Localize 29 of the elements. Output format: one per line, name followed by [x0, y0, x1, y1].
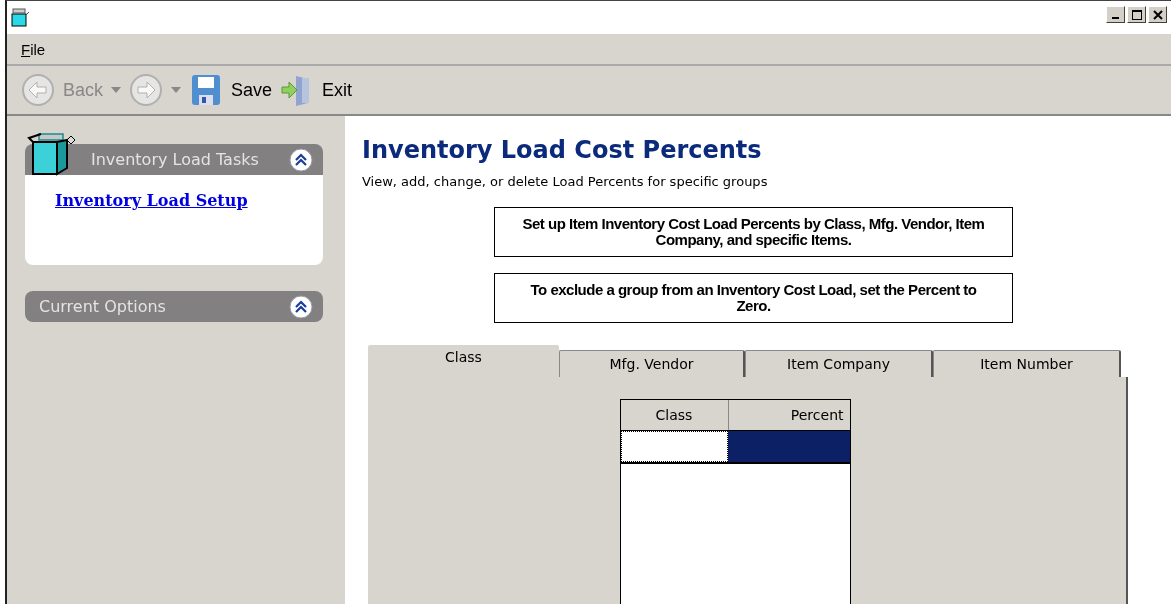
tab[interactable]: Item Number [933, 350, 1121, 377]
menu-item[interactable]: File [21, 40, 46, 58]
exit-button[interactable]: Exit [280, 73, 353, 107]
info-note: Set up Item Inventory Cost Load Percents by Class, Mfg. Vendor, Item Company, and specific Items. [494, 207, 1013, 257]
minimize-icon [1112, 17, 1119, 19]
info-note: To exclude a group from an Inventory Cost Load, set the Percent to Zero. [494, 273, 1013, 323]
close-icon [1152, 9, 1163, 20]
page-description: View, add, change, or delete Load Percents for specific groups [362, 174, 769, 189]
collapse-icon[interactable] [289, 147, 313, 172]
grid-cell[interactable] [727, 431, 850, 462]
collapse-icon[interactable] [289, 294, 313, 319]
task-link[interactable]: Inventory Load Setup [55, 191, 248, 210]
maximize-icon [1131, 9, 1142, 20]
tab[interactable]: Mfg. Vendor [559, 350, 745, 377]
grid-cell[interactable] [620, 431, 728, 462]
tab[interactable]: Class [368, 345, 559, 377]
panel-title: Current Options [39, 297, 166, 316]
app-icon [9, 7, 31, 28]
tab[interactable]: Item Company [745, 350, 933, 377]
column-header[interactable]: Class [620, 400, 729, 430]
minimize-button[interactable] [1106, 6, 1125, 23]
maximize-button[interactable] [1127, 6, 1146, 23]
page-title: Inventory Load Cost Percents [362, 136, 763, 164]
close-button[interactable] [1148, 6, 1167, 23]
caret-icon [171, 87, 182, 93]
panel-title: Inventory Load Tasks [91, 150, 259, 169]
caret-icon [111, 87, 122, 93]
column-header[interactable]: Percent [728, 400, 850, 430]
save-button[interactable]: Save [189, 73, 273, 107]
